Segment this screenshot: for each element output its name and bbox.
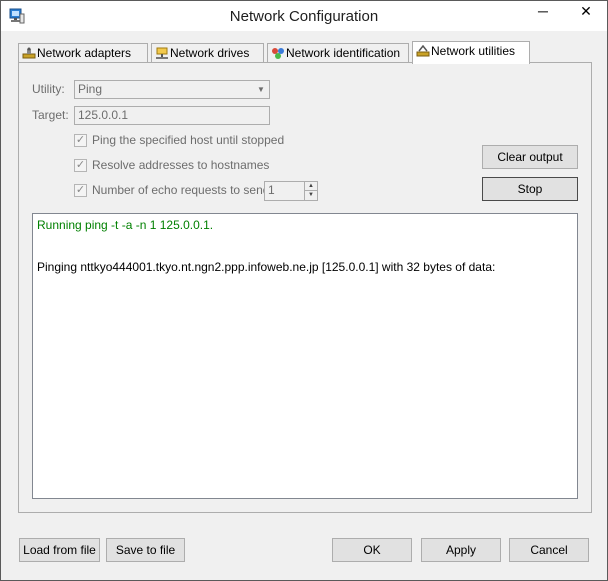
ping-until-stopped-checkbox[interactable]: ✓ bbox=[74, 134, 87, 147]
network-utilities-icon bbox=[416, 45, 430, 57]
ping-until-stopped-label: Ping the specified host until stopped bbox=[92, 133, 285, 147]
tab-label: Network identification bbox=[286, 46, 401, 60]
resolve-addresses-label: Resolve addresses to hostnames bbox=[92, 158, 270, 172]
stepper-down-arrow-icon[interactable]: ▼ bbox=[305, 191, 317, 200]
target-input[interactable]: 125.0.0.1 bbox=[74, 106, 270, 125]
window-title: Network Configuration bbox=[229, 8, 379, 25]
output-command-line: Running ping -t -a -n 1 125.0.0.1. bbox=[37, 218, 214, 232]
network-identification-icon bbox=[272, 48, 284, 59]
clear-output-button[interactable]: Clear output bbox=[482, 145, 578, 169]
utility-label: Utility: bbox=[32, 82, 65, 96]
load-from-file-button[interactable]: Load from file bbox=[19, 538, 100, 562]
output-result-line: Pinging nttkyo444001.tkyo.nt.ngn2.ppp.in… bbox=[37, 260, 496, 274]
cancel-button[interactable]: Cancel bbox=[509, 538, 589, 562]
echo-requests-checkbox[interactable]: ✓ bbox=[74, 184, 87, 197]
stepper-buttons: ▲ ▼ bbox=[304, 182, 317, 200]
save-to-file-button[interactable]: Save to file bbox=[106, 538, 185, 562]
output-console[interactable]: Running ping -t -a -n 1 125.0.0.1. Pingi… bbox=[32, 213, 578, 499]
close-button[interactable]: ✕ bbox=[565, 1, 607, 22]
ok-button[interactable]: OK bbox=[332, 538, 412, 562]
stop-button[interactable]: Stop bbox=[482, 177, 578, 201]
network-configuration-window: Network Configuration ─ ✕ Network adapte… bbox=[0, 0, 608, 581]
network-adapter-icon bbox=[22, 47, 36, 59]
utility-select-value: Ping bbox=[78, 82, 103, 96]
chevron-down-icon: ▼ bbox=[257, 85, 265, 94]
stepper-up-arrow-icon[interactable]: ▲ bbox=[305, 182, 317, 191]
target-input-value: 125.0.0.1 bbox=[78, 108, 129, 122]
tab-label: Network utilities bbox=[431, 44, 516, 58]
tab-network-adapters[interactable]: Network adapters bbox=[18, 43, 148, 63]
title-bar[interactable]: Network Configuration ─ ✕ bbox=[1, 1, 607, 31]
resolve-addresses-checkbox[interactable]: ✓ bbox=[74, 159, 87, 172]
tab-network-utilities[interactable]: Network utilities bbox=[412, 41, 530, 64]
utility-select[interactable]: Ping ▼ bbox=[74, 80, 270, 99]
echo-requests-value: 1 bbox=[268, 183, 275, 197]
target-label: Target: bbox=[32, 108, 69, 122]
tab-network-drives[interactable]: Network drives bbox=[151, 43, 264, 63]
minimize-button[interactable]: ─ bbox=[529, 1, 557, 22]
apply-button[interactable]: Apply bbox=[421, 538, 501, 562]
tab-network-identification[interactable]: Network identification bbox=[267, 43, 409, 63]
echo-requests-stepper[interactable]: 1 ▲ ▼ bbox=[264, 181, 318, 201]
echo-requests-label: Number of echo requests to send: bbox=[92, 183, 273, 197]
tab-label: Network adapters bbox=[37, 46, 132, 60]
tab-label: Network drives bbox=[170, 46, 250, 60]
network-drive-icon bbox=[156, 47, 168, 59]
tab-strip: Network adapters Network drives Network … bbox=[18, 41, 590, 64]
